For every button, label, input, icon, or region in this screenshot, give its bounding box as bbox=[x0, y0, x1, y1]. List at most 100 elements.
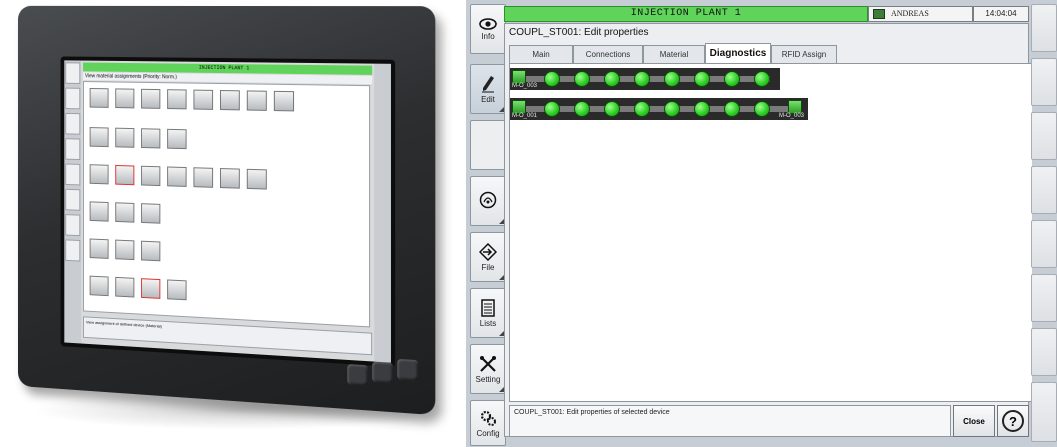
left-sidebar: Info Edit File Lists Setting Config bbox=[470, 0, 506, 447]
right-toolbar-button[interactable] bbox=[1031, 112, 1057, 160]
setting-label: Setting bbox=[475, 374, 501, 384]
chain-node[interactable] bbox=[634, 101, 650, 117]
hardware-button bbox=[347, 363, 368, 386]
info-button[interactable]: Info bbox=[470, 4, 506, 54]
mini-device bbox=[89, 238, 109, 259]
chain-node[interactable] bbox=[724, 71, 740, 87]
mini-device bbox=[89, 275, 109, 297]
chain-end-block bbox=[788, 100, 802, 114]
mini-device bbox=[167, 166, 187, 187]
mini-sidebar-button bbox=[65, 163, 81, 186]
hardware-button bbox=[397, 358, 419, 381]
right-toolbar-button[interactable] bbox=[1031, 382, 1057, 442]
chain-end-block bbox=[512, 70, 526, 84]
chain-node[interactable] bbox=[754, 71, 770, 87]
edit-button[interactable]: Edit bbox=[470, 64, 506, 114]
mini-device bbox=[89, 201, 109, 222]
right-toolbar-button[interactable] bbox=[1031, 220, 1057, 268]
mini-device bbox=[89, 87, 109, 108]
close-button[interactable]: Close bbox=[953, 405, 995, 437]
empty-sidebar-button[interactable] bbox=[470, 120, 506, 170]
tab-main[interactable]: Main bbox=[509, 45, 573, 63]
mini-device bbox=[246, 90, 267, 111]
tab-diagnostics[interactable]: Diagnostics bbox=[705, 43, 771, 63]
chain-node[interactable] bbox=[574, 101, 590, 117]
mini-sidebar-button bbox=[65, 62, 81, 84]
tab-rfid-assign[interactable]: RFID Assign bbox=[771, 45, 837, 63]
clock: 14:04:04 bbox=[973, 6, 1029, 22]
mini-device bbox=[246, 168, 267, 190]
config-button[interactable]: Config bbox=[470, 400, 506, 446]
right-toolbar bbox=[1031, 0, 1057, 447]
status-bar: COUPL_ST001: Edit properties of selected… bbox=[509, 405, 951, 437]
chain-node[interactable] bbox=[604, 71, 620, 87]
setting-button[interactable]: Setting bbox=[470, 344, 506, 394]
right-toolbar-button[interactable] bbox=[1031, 4, 1057, 52]
chain-end-block bbox=[512, 100, 526, 114]
help-icon: ? bbox=[1002, 410, 1024, 432]
chain-node[interactable] bbox=[724, 101, 740, 117]
edit-label: Edit bbox=[481, 94, 495, 104]
mini-device bbox=[167, 89, 187, 110]
chain-node[interactable] bbox=[694, 101, 710, 117]
coupling-chain: M-O_001 M-O_003 bbox=[510, 98, 808, 120]
mini-device bbox=[167, 279, 187, 301]
chain-node[interactable] bbox=[664, 101, 680, 117]
hmi-screen: Info Edit File Lists Setting Config INJE… bbox=[466, 0, 1057, 447]
edit-properties-dialog: COUPL_ST001: Edit properties Main Connec… bbox=[504, 23, 1032, 437]
mini-hmi-screen: INJECTION PLANT 1 View material assignme… bbox=[64, 60, 391, 363]
mini-device bbox=[193, 89, 214, 110]
mini-device bbox=[115, 276, 135, 298]
tab-connections[interactable]: Connections bbox=[573, 45, 643, 63]
list-icon bbox=[481, 298, 495, 317]
mini-device bbox=[89, 164, 109, 185]
mini-sidebar-button bbox=[65, 138, 81, 161]
mini-right-bar bbox=[374, 63, 391, 363]
title-bar: INJECTION PLANT 1 ANDREAS 14:04:04 bbox=[504, 6, 1029, 22]
diagnostics-content: M-O_003 M-O_001 M-O_003 bbox=[509, 63, 1032, 402]
user-field[interactable]: ANDREAS bbox=[868, 6, 973, 22]
mini-device bbox=[141, 278, 161, 299]
right-toolbar-button[interactable] bbox=[1031, 58, 1057, 106]
lists-button[interactable]: Lists bbox=[470, 288, 506, 338]
help-button[interactable]: ? bbox=[997, 405, 1029, 437]
mini-device bbox=[273, 90, 295, 112]
chain-node[interactable] bbox=[544, 101, 560, 117]
mini-device bbox=[115, 239, 135, 261]
right-toolbar-button[interactable] bbox=[1031, 274, 1057, 322]
mini-device-row bbox=[89, 164, 267, 191]
mini-sidebar-button bbox=[65, 112, 81, 135]
mini-device bbox=[167, 128, 187, 150]
mini-device-row bbox=[89, 87, 295, 113]
mini-device bbox=[141, 128, 161, 149]
mini-sidebar-button bbox=[65, 214, 81, 237]
chain-node[interactable] bbox=[544, 71, 560, 87]
composite-image: INJECTION PLANT 1 View material assignme… bbox=[0, 0, 1057, 447]
right-toolbar-button[interactable] bbox=[1031, 328, 1057, 376]
chain-right-label: M-O_003 bbox=[778, 113, 804, 119]
device-view-button[interactable] bbox=[470, 176, 506, 226]
chain-node[interactable] bbox=[754, 101, 770, 117]
user-name: ANDREAS bbox=[891, 9, 929, 18]
tab-material[interactable]: Material bbox=[643, 45, 705, 63]
mini-device bbox=[141, 88, 161, 109]
mini-device bbox=[89, 127, 109, 148]
file-button[interactable]: File bbox=[470, 232, 506, 282]
mini-device-row bbox=[89, 201, 161, 225]
info-label: Info bbox=[481, 31, 495, 41]
main-area: INJECTION PLANT 1 ANDREAS 14:04:04 COUPL… bbox=[504, 0, 1034, 447]
dialog-title: COUPL_ST001: Edit properties bbox=[509, 27, 649, 38]
mini-device bbox=[115, 164, 135, 186]
file-transfer-icon bbox=[479, 242, 497, 261]
chain-node[interactable] bbox=[694, 71, 710, 87]
chain-node[interactable] bbox=[634, 71, 650, 87]
mini-device bbox=[115, 127, 135, 148]
mini-device bbox=[219, 168, 240, 189]
chain-node[interactable] bbox=[574, 71, 590, 87]
mini-device bbox=[141, 165, 161, 187]
right-toolbar-button[interactable] bbox=[1031, 166, 1057, 214]
chain-node[interactable] bbox=[604, 101, 620, 117]
chain-node[interactable] bbox=[664, 71, 680, 87]
panel-pc-photo: INJECTION PLANT 1 View material assignme… bbox=[0, 0, 460, 447]
mini-sidebar-button bbox=[65, 188, 81, 211]
